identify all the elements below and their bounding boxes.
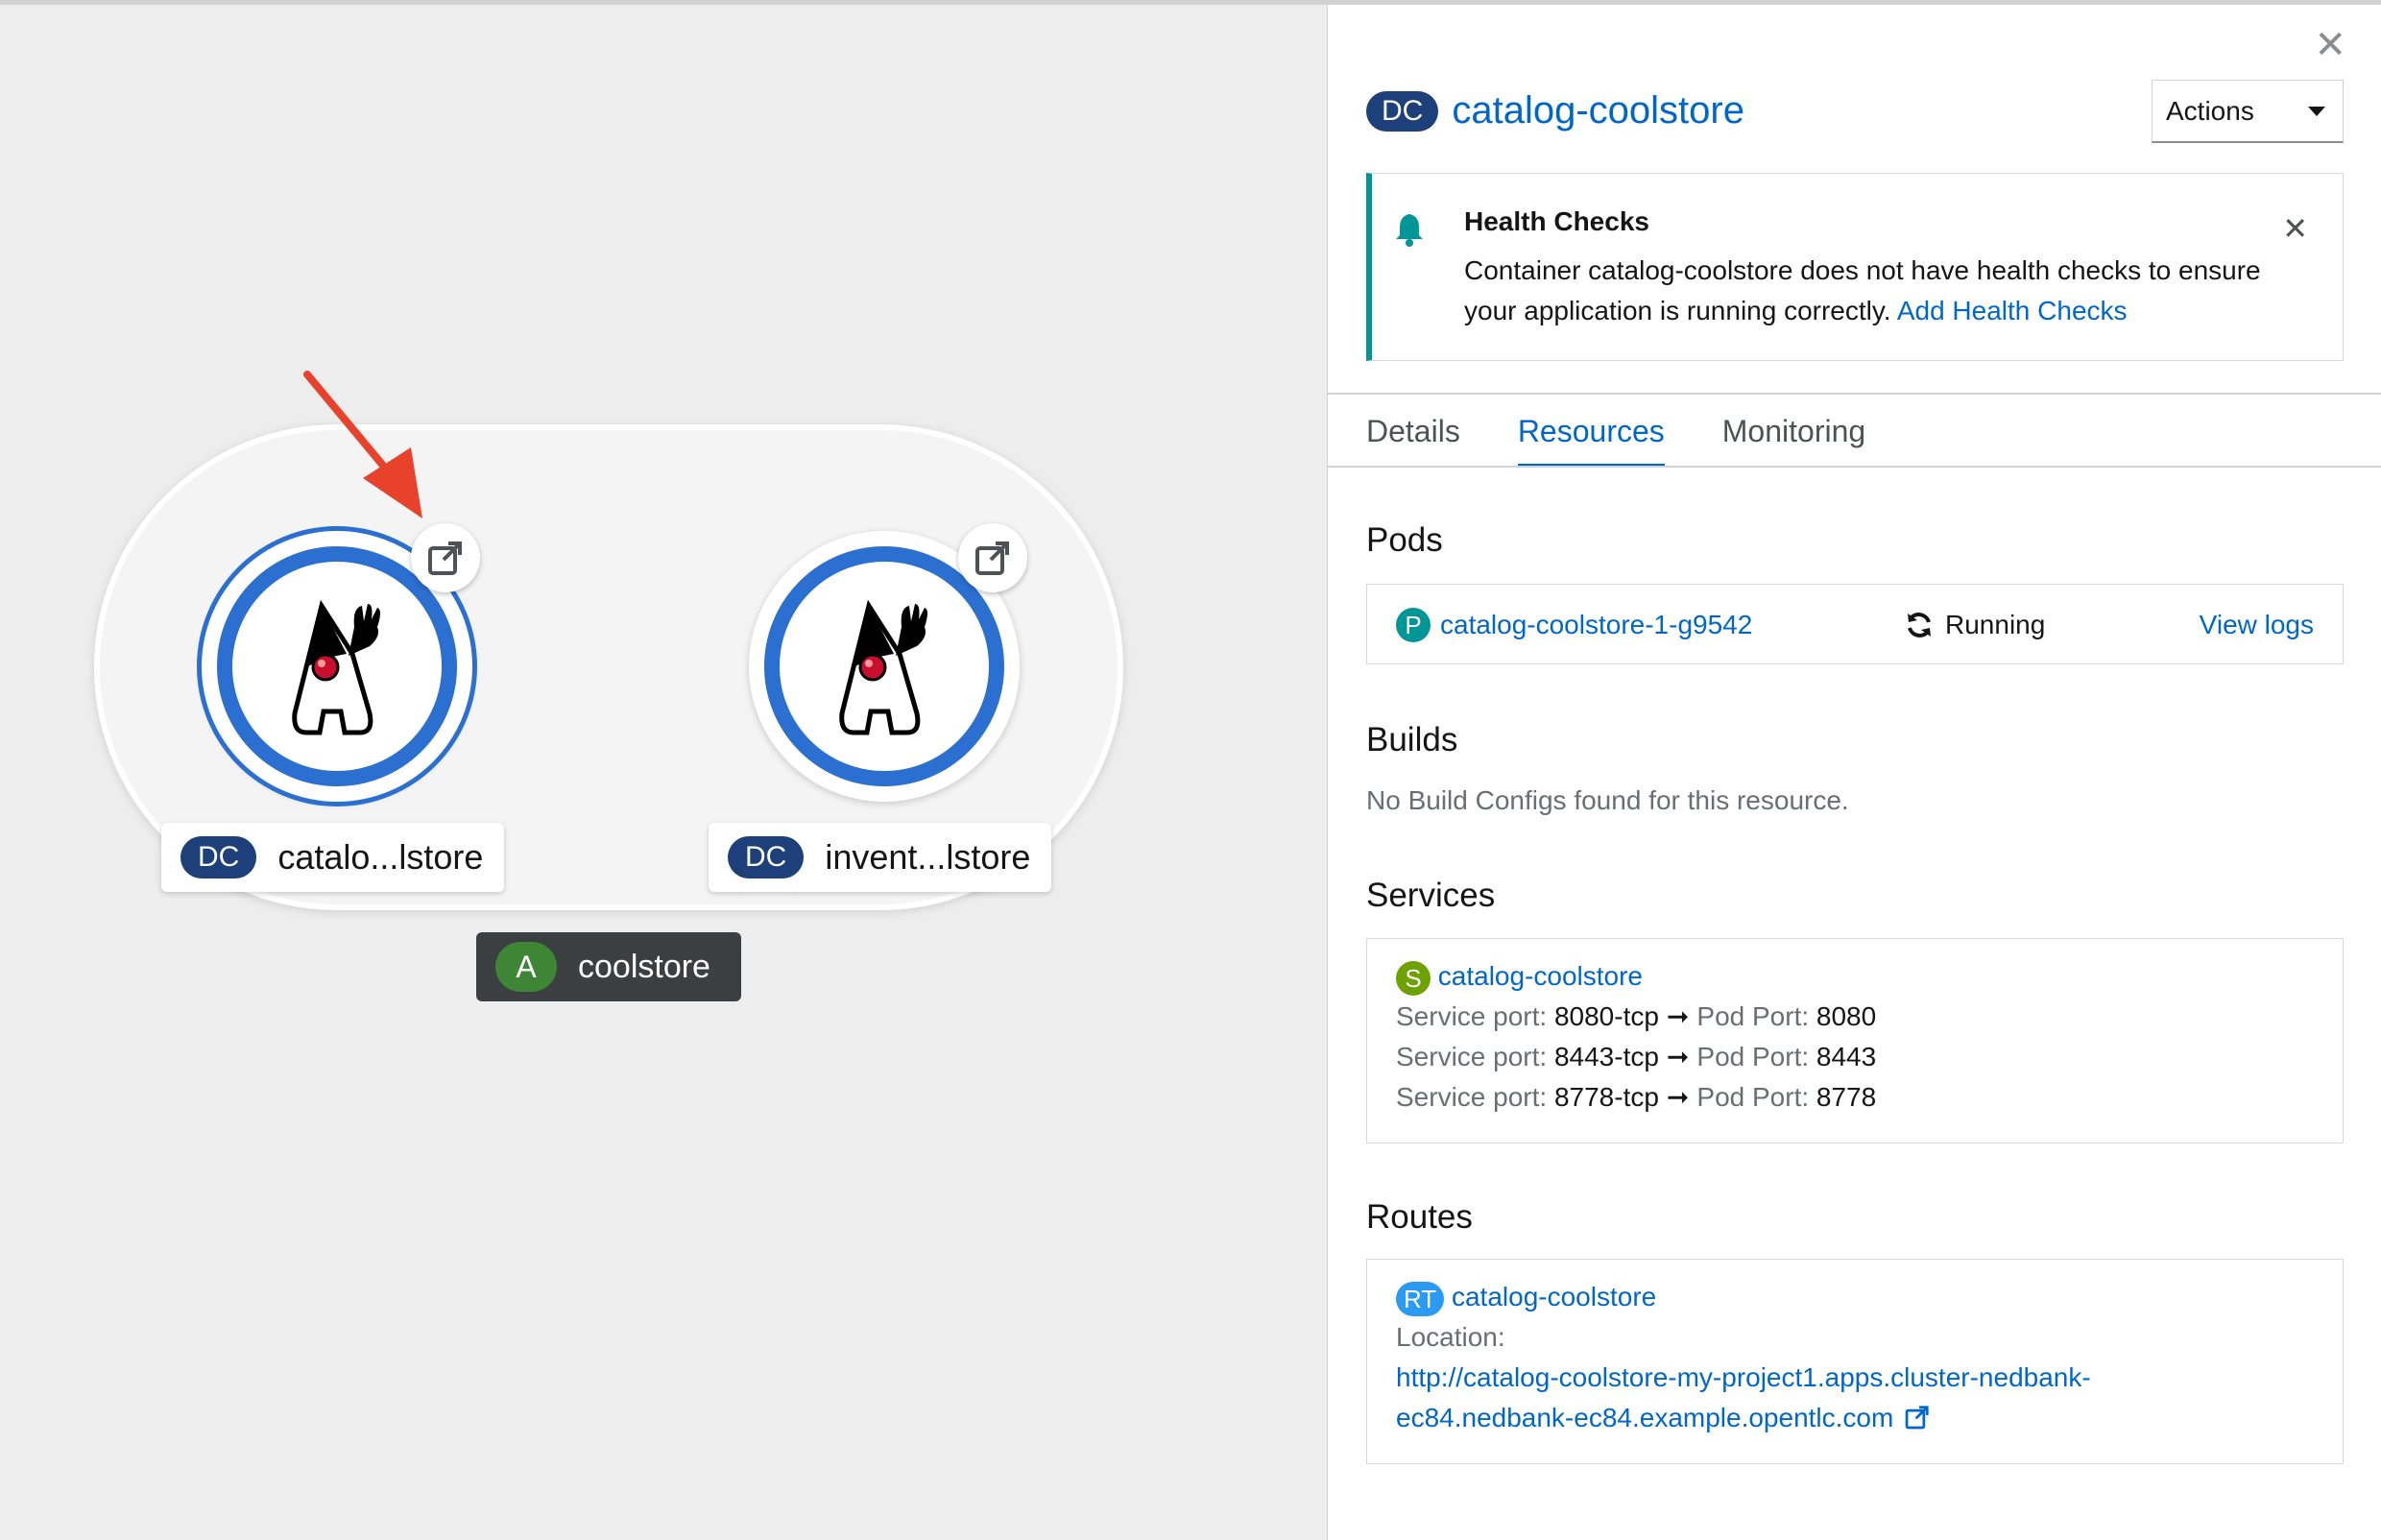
actions-label: Actions	[2166, 95, 2254, 126]
pod-port-value: 8778	[1816, 1082, 1877, 1112]
external-link-icon[interactable]	[1905, 1405, 1930, 1430]
tab-details[interactable]: Details	[1366, 395, 1460, 468]
service-badge: S	[1396, 960, 1431, 996]
dc-badge: DC	[728, 836, 805, 878]
pod-port-label: Pod Port:	[1696, 1042, 1810, 1071]
route-row: RT catalog-coolstore	[1396, 1277, 2091, 1317]
alert-body: Container catalog-coolstore does not hav…	[1464, 251, 2290, 331]
annotation-arrow	[303, 371, 422, 518]
external-link-icon	[428, 541, 462, 575]
services-card: S catalog-coolstore Service port: 8080-t…	[1366, 938, 2344, 1143]
alert-close-icon[interactable]: ✕	[2282, 210, 2308, 247]
alert-message: Container catalog-coolstore does not hav…	[1464, 255, 2261, 325]
bell-icon	[1396, 214, 1423, 247]
builds-empty-message: No Build Configs found for this resource…	[1366, 785, 1849, 815]
node-label-inventory[interactable]: DC invent...lstore	[709, 823, 1052, 892]
health-checks-alert: Health Checks Container catalog-coolstor…	[1366, 173, 2344, 361]
service-port-row: Service port: 8778-tcp ➞ Pod Port: 8778	[1396, 1077, 1876, 1118]
pod-status-text: Running	[1945, 610, 2046, 639]
service-port-value: 8443-tcp	[1553, 1042, 1659, 1071]
pod-badge: P	[1396, 608, 1431, 642]
add-health-checks-link[interactable]: Add Health Checks	[1897, 296, 2128, 325]
pod-port-value: 8080	[1816, 1001, 1877, 1031]
pod-port-value: 8443	[1816, 1042, 1877, 1071]
dc-badge: DC	[1366, 90, 1439, 132]
external-link-icon	[975, 541, 1009, 575]
tab-resources[interactable]: Resources	[1517, 395, 1665, 468]
java-duke-icon	[839, 599, 927, 735]
resource-side-panel: ✕ DC catalog-coolstore Actions Health Ch…	[1327, 5, 2381, 1540]
open-url-decorator-inventory[interactable]	[958, 523, 1027, 592]
route-url-line-2-row: ec84.nedbank-ec84.example.opentlc.com	[1396, 1398, 2091, 1438]
pod-port-label: Pod Port:	[1696, 1082, 1810, 1112]
service-port-label: Service port:	[1396, 1082, 1548, 1112]
tab-monitoring[interactable]: Monitoring	[1722, 395, 1865, 468]
node-name: catalo...lstore	[277, 837, 484, 877]
alert-title: Health Checks	[1464, 206, 1649, 236]
routes-heading: Routes	[1366, 1198, 1473, 1236]
service-port-label: Service port:	[1396, 1042, 1548, 1071]
pods-heading: Pods	[1366, 521, 1443, 559]
service-port-value: 8080-tcp	[1553, 1001, 1659, 1031]
application-name: coolstore	[578, 948, 710, 985]
pods-card: P catalog-coolstore-1-g9542 Running View…	[1366, 584, 2344, 664]
long-arrow-right-icon: ➞	[1666, 1001, 1690, 1031]
tabs-bottom-divider	[1328, 466, 2381, 468]
routes-card: RT catalog-coolstore Location: http://ca…	[1366, 1259, 2344, 1464]
service-port-row: Service port: 8443-tcp ➞ Pod Port: 8443	[1396, 1037, 1876, 1077]
long-arrow-right-icon: ➞	[1666, 1082, 1690, 1112]
service-port-value: 8778-tcp	[1553, 1082, 1659, 1112]
route-badge: RT	[1396, 1281, 1445, 1316]
panel-title: DC catalog-coolstore	[1366, 89, 1744, 132]
resource-name[interactable]: catalog-coolstore	[1452, 89, 1744, 132]
open-url-decorator-catalog[interactable]	[411, 523, 480, 592]
service-port-row: Service port: 8080-tcp ➞ Pod Port: 8080	[1396, 997, 1876, 1037]
panel-tabs: Details Resources Monitoring	[1366, 395, 1923, 468]
services-heading: Services	[1366, 877, 1496, 914]
view-logs-link[interactable]: View logs	[2200, 610, 2314, 640]
pod-row: P catalog-coolstore-1-g9542 Running View…	[1396, 604, 2314, 646]
long-arrow-right-icon: ➞	[1666, 1042, 1690, 1071]
service-port-label: Service port:	[1396, 1001, 1548, 1031]
node-name: invent...lstore	[825, 837, 1031, 877]
topology-canvas[interactable]: DC catalo...lstore DC invent...lstore A …	[0, 5, 1327, 1540]
route-location-label: Location:	[1396, 1322, 1505, 1352]
app-badge: A	[495, 942, 557, 992]
pod-port-label: Pod Port:	[1696, 1001, 1810, 1031]
route-link[interactable]: catalog-coolstore	[1452, 1282, 1656, 1311]
service-row: S catalog-coolstore	[1396, 956, 1876, 997]
dc-badge: DC	[180, 836, 257, 878]
builds-heading: Builds	[1366, 721, 1458, 758]
close-panel-icon[interactable]: ✕	[2314, 26, 2346, 64]
caret-down-icon	[2308, 106, 2325, 116]
application-label[interactable]: A coolstore	[476, 932, 741, 1001]
node-label-catalog[interactable]: DC catalo...lstore	[161, 823, 505, 892]
service-link[interactable]: catalog-coolstore	[1438, 961, 1643, 991]
pod-link[interactable]: catalog-coolstore-1-g9542	[1440, 610, 1752, 640]
java-duke-icon	[292, 599, 380, 735]
route-url-line-2[interactable]: ec84.nedbank-ec84.example.opentlc.com	[1396, 1403, 1893, 1432]
sync-icon	[1908, 613, 1931, 638]
actions-dropdown[interactable]: Actions	[2152, 80, 2344, 143]
route-url-line-1[interactable]: http://catalog-coolstore-my-project1.app…	[1396, 1358, 2091, 1398]
pod-status: Running	[1905, 610, 2045, 640]
